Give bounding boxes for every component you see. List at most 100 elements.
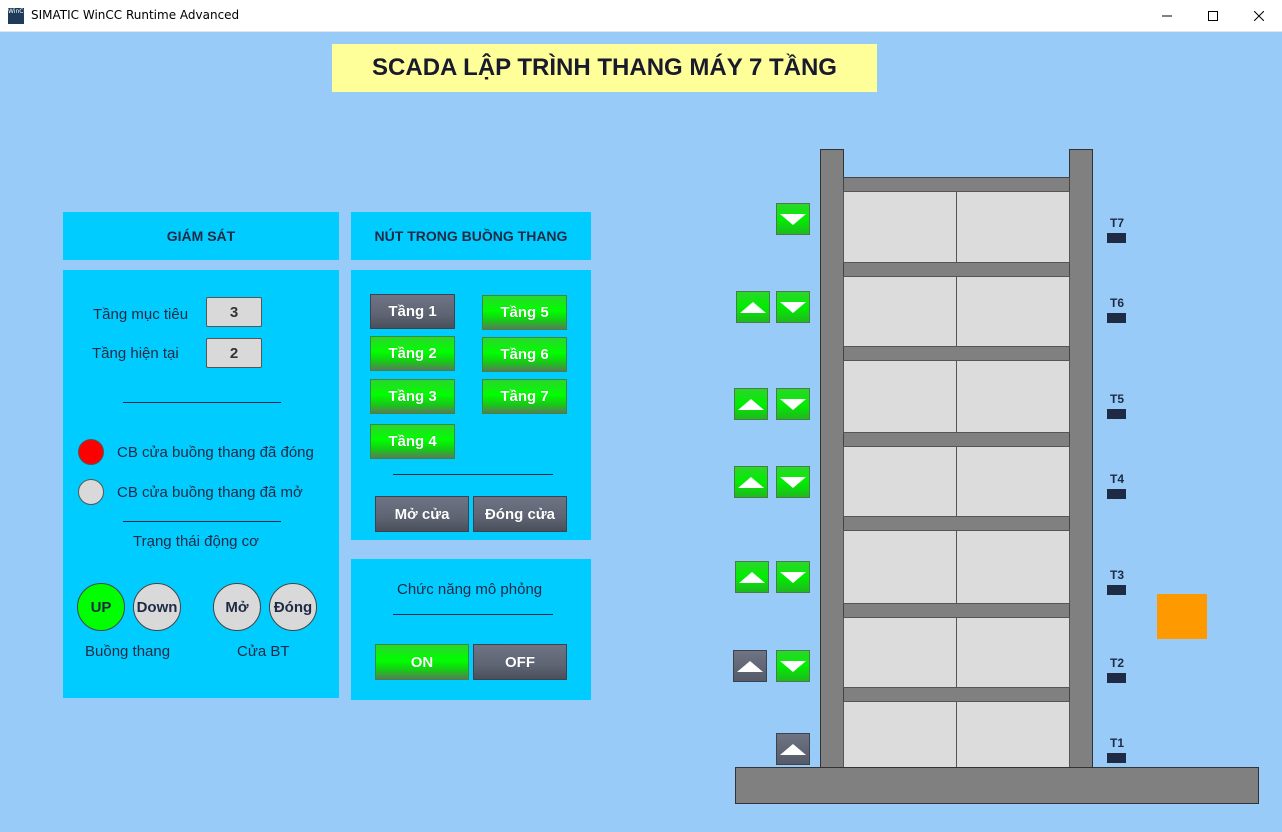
floor-t1-wall-left [843, 701, 957, 768]
page-title: SCADA LẬP TRÌNH THANG MÁY 7 TẦNG [332, 44, 877, 92]
floor-t2-wall-left [843, 617, 957, 688]
floor-indicator-t7 [1107, 233, 1126, 243]
floor-t5-wall-right [956, 360, 1070, 433]
cabin-floor-3-button[interactable]: Tầng 3 [370, 379, 455, 414]
cabin-buttons-panel: Tầng 1 Tầng 2 Tầng 3 Tầng 4 Tầng 5 Tầng … [351, 270, 591, 540]
down-arrow-icon [780, 213, 806, 225]
cabin-floor-5-button[interactable]: Tầng 5 [482, 295, 567, 330]
slab-t6-t5 [843, 346, 1070, 361]
floor-t7-wall-right [956, 191, 1070, 263]
floor-label-t4: T4 [1110, 472, 1125, 486]
floor-label-t5: T5 [1110, 392, 1125, 406]
floor-indicator-t2 [1107, 673, 1126, 683]
target-floor-value: 3 [206, 297, 262, 327]
car-motor-label: Buồng thang [85, 643, 171, 660]
hall-t7-down-button[interactable] [776, 203, 810, 235]
floor-label-t7: T7 [1110, 216, 1125, 230]
floor-t7-wall-left [843, 191, 957, 263]
monitor-panel: Tầng mục tiêu 3 Tầng hiện tại 2 CB cửa b… [63, 270, 339, 698]
floor-indicator-t5 [1107, 409, 1126, 419]
up-arrow-icon [740, 301, 766, 313]
open-door-button[interactable]: Mở cửa [375, 496, 469, 532]
elevator-car [1157, 594, 1207, 639]
up-arrow-icon [780, 743, 806, 755]
hall-t5-down-button[interactable] [776, 388, 810, 420]
floor-indicator-t6 [1107, 313, 1126, 323]
floor-indicator-t1 [1107, 753, 1126, 763]
simulation-label: Chức năng mô phỏng [397, 581, 543, 598]
hall-t1-up-button[interactable] [776, 733, 810, 765]
building-foundation [735, 767, 1259, 804]
floor-t1-wall-right [956, 701, 1070, 768]
simulation-off-button[interactable]: OFF [473, 644, 567, 680]
floor-label-t6: T6 [1110, 296, 1125, 310]
building-left-column [820, 149, 844, 769]
slab-t5-t4 [843, 432, 1070, 447]
floor-t4-wall-left [843, 446, 957, 517]
floor-t3-wall-right [956, 530, 1070, 604]
floor-label-t1: T1 [1110, 736, 1125, 750]
down-arrow-icon [780, 398, 806, 410]
hall-t2-down-button[interactable] [776, 650, 810, 682]
floor-t5-wall-left [843, 360, 957, 433]
hall-t3-up-button[interactable] [735, 561, 769, 593]
door-motor-label: Cửa BT [237, 643, 290, 660]
down-arrow-icon [780, 476, 806, 488]
up-arrow-icon [738, 398, 764, 410]
cabin-floor-7-button[interactable]: Tầng 7 [482, 379, 567, 414]
maximize-icon [1208, 10, 1218, 21]
target-floor-label: Tầng mục tiêu [93, 306, 189, 323]
cabin-floor-6-button[interactable]: Tầng 6 [482, 337, 567, 372]
close-button[interactable] [1236, 0, 1282, 31]
door-closed-lamp [78, 439, 104, 465]
wincc-app-icon: WinCC [8, 8, 28, 24]
up-arrow-icon [737, 660, 763, 672]
hall-t6-down-button[interactable] [776, 291, 810, 323]
door-open-lamp [78, 479, 104, 505]
hall-t5-up-button[interactable] [734, 388, 768, 420]
hall-t6-up-button[interactable] [736, 291, 770, 323]
floor-indicator-t3 [1107, 585, 1126, 595]
up-arrow-icon [739, 571, 765, 583]
hall-t2-up-button[interactable] [733, 650, 767, 682]
slab-t7-t6 [843, 262, 1070, 277]
door-open-indicator: Mở [213, 583, 261, 631]
simulation-divider [393, 614, 553, 615]
window-title: SIMATIC WinCC Runtime Advanced [31, 8, 240, 22]
door-close-indicator: Đóng [269, 583, 317, 631]
hall-t3-down-button[interactable] [776, 561, 810, 593]
floor-t3-wall-left [843, 530, 957, 604]
door-closed-label: CB cửa buồng thang đã đóng [117, 444, 314, 461]
building-right-column [1069, 149, 1093, 769]
hall-t4-down-button[interactable] [776, 466, 810, 498]
down-arrow-icon [780, 660, 806, 672]
monitor-header: GIÁM SÁT [63, 212, 339, 260]
monitor-divider-1 [123, 402, 281, 403]
cabin-buttons-header: NÚT TRONG BUỒNG THANG [351, 212, 591, 260]
minimize-icon [1162, 15, 1172, 16]
maximize-button[interactable] [1190, 0, 1236, 31]
close-door-button[interactable]: Đóng cửa [473, 496, 567, 532]
floor-t4-wall-right [956, 446, 1070, 517]
cabin-floor-2-button[interactable]: Tầng 2 [370, 336, 455, 371]
cabin-divider [393, 474, 553, 475]
slab-t2-t1 [843, 687, 1070, 702]
current-floor-value: 2 [206, 338, 262, 368]
cabin-floor-4-button[interactable]: Tầng 4 [370, 424, 455, 459]
floor-t2-wall-right [956, 617, 1070, 688]
close-icon [1254, 10, 1264, 21]
simulation-on-button[interactable]: ON [375, 644, 469, 680]
floor-label-t2: T2 [1110, 656, 1125, 670]
up-arrow-icon [738, 476, 764, 488]
door-open-label: CB cửa buồng thang đã mở [117, 484, 303, 501]
motor-up-indicator: UP [77, 583, 125, 631]
floor-t6-wall-left [843, 276, 957, 347]
window-titlebar: WinCC SIMATIC WinCC Runtime Advanced [0, 0, 1282, 32]
hall-t4-up-button[interactable] [734, 466, 768, 498]
motor-status-label: Trạng thái động cơ [133, 533, 260, 550]
cabin-floor-1-button[interactable]: Tầng 1 [370, 294, 455, 329]
minimize-button[interactable] [1144, 0, 1190, 31]
slab-t3-t2 [843, 603, 1070, 618]
slab-t4-t3 [843, 516, 1070, 531]
floor-t6-wall-right [956, 276, 1070, 347]
